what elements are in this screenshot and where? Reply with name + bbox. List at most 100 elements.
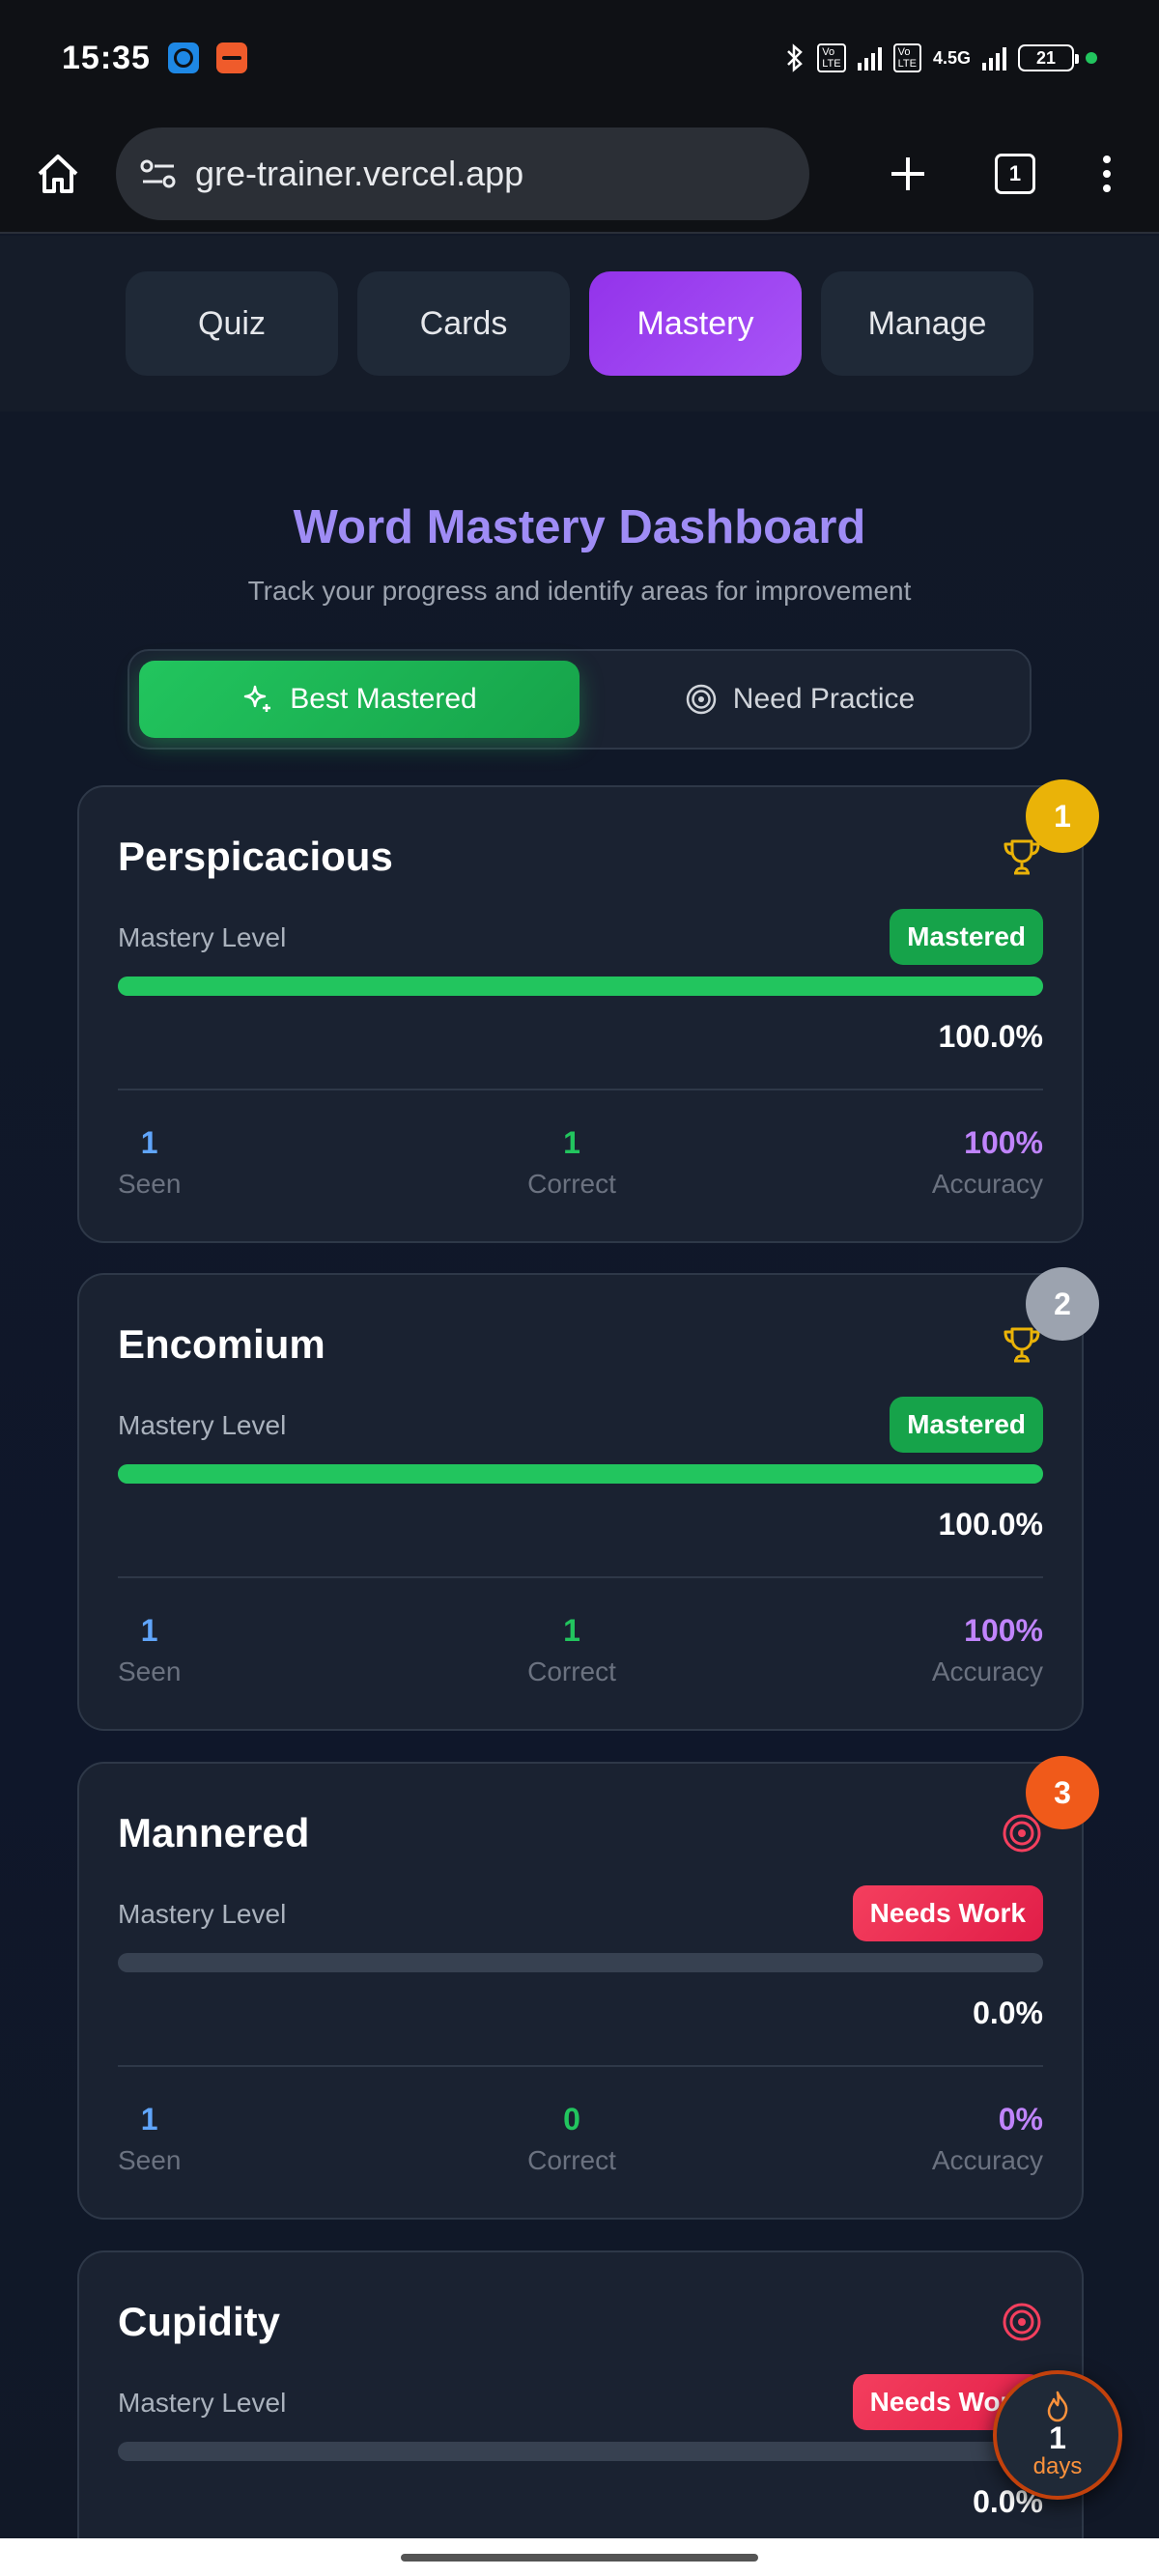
site-settings-icon (140, 159, 176, 188)
network-type-label: 4.5G (932, 47, 971, 68)
seen-stat: 1 Seen (118, 1613, 181, 1687)
signal-icon (857, 45, 882, 71)
rank-badge: 2 (1026, 1267, 1099, 1341)
seen-label: Seen (118, 1656, 182, 1686)
mastery-level-label: Mastery Level (118, 2388, 287, 2418)
browser-toolbar: gre-trainer.vercel.app 1 (0, 116, 1159, 234)
correct-value: 1 (563, 1613, 580, 1648)
accuracy-value: 100% (964, 1613, 1043, 1648)
volte-icon: Vo LTE (892, 43, 921, 72)
seen-stat: 1 Seen (118, 1125, 181, 1200)
status-time: 15:35 (62, 39, 151, 76)
page-subtitle: Track your progress and identify areas f… (247, 576, 912, 606)
browser-menu-icon[interactable] (1103, 156, 1111, 192)
target-icon (1003, 2303, 1041, 2341)
word-card[interactable]: Perspicacious 1 Mastery Level Mastered 1… (77, 779, 1099, 1243)
new-tab-icon[interactable] (889, 155, 927, 193)
status-bar: 15:35 Vo LTE Vo LTE 4.5G 21 (0, 0, 1159, 116)
tab-cards[interactable]: Cards (357, 271, 570, 376)
seen-label: Seen (118, 1169, 182, 1199)
need-practice-button[interactable]: Need Practice (580, 661, 1020, 738)
accuracy-stat: 100% Accuracy (932, 1613, 1043, 1687)
word-card[interactable]: Mannered 3 Mastery Level Needs Work 0.0%… (77, 1756, 1099, 2220)
flame-icon (1047, 2391, 1068, 2422)
battery-icon: 21 (1018, 44, 1079, 71)
mastery-percent: 100.0% (938, 1507, 1043, 1542)
word-title: Encomium (118, 1321, 325, 1367)
accuracy-value: 100% (964, 1125, 1043, 1160)
accuracy-value: 0% (998, 2102, 1043, 2137)
accuracy-label: Accuracy (931, 1169, 1043, 1199)
seen-label: Seen (118, 2145, 182, 2175)
streak-unit: days (1032, 2453, 1083, 2479)
tab-manage[interactable]: Manage (821, 271, 1033, 376)
seen-stat: 1 Seen (118, 2102, 181, 2176)
accuracy-stat: 100% Accuracy (932, 1125, 1043, 1200)
privacy-dot-icon (1086, 52, 1097, 64)
word-card[interactable]: Cupidity Mastery Level Needs Work 0.0% (77, 2250, 1084, 2560)
word-title: Cupidity (118, 2299, 280, 2344)
mastery-progress-bar (118, 1464, 1043, 1484)
best-mastered-label: Best Mastered (290, 683, 477, 715)
correct-label: Correct (527, 1169, 616, 1199)
tab-quiz[interactable]: Quiz (126, 271, 338, 376)
status-badge: Needs Work (852, 1885, 1043, 1941)
correct-value: 0 (563, 2102, 580, 2137)
mastery-level-label: Mastery Level (118, 1899, 287, 1929)
correct-stat: 1 Correct (504, 1613, 639, 1687)
app-notification-icon (167, 42, 199, 73)
mastery-dashboard: Word Mastery Dashboard Track your progre… (0, 411, 1159, 2560)
divider (118, 2065, 1043, 2067)
streak-count: 1 (1049, 2420, 1066, 2455)
page-title: Word Mastery Dashboard (293, 501, 866, 553)
seen-value: 1 (140, 1125, 158, 1160)
best-mastered-button[interactable]: Best Mastered (139, 661, 580, 738)
correct-value: 1 (563, 1125, 580, 1160)
status-badge: Mastered (890, 1397, 1043, 1453)
word-card[interactable]: Encomium 2 Mastery Level Mastered 100.0%… (77, 1267, 1099, 1731)
target-icon (686, 684, 717, 715)
mastery-percent: 100.0% (938, 1019, 1043, 1054)
word-title: Mannered (118, 1810, 310, 1855)
tab-mastery[interactable]: Mastery (589, 271, 802, 376)
mastery-percent: 0.0% (973, 1996, 1043, 2030)
rank-badge: 3 (1026, 1756, 1099, 1829)
seen-value: 1 (140, 2102, 158, 2137)
tab-switcher-button[interactable]: 1 (995, 154, 1035, 194)
mastery-progress-bar (118, 977, 1043, 996)
word-title: Perspicacious (118, 834, 393, 879)
signal-icon (982, 45, 1006, 71)
app-notification-icon (215, 42, 247, 73)
mastery-progress-fill (118, 977, 1043, 996)
accuracy-stat: 0% Accuracy (932, 2102, 1043, 2176)
need-practice-label: Need Practice (732, 683, 916, 715)
app-nav: Quiz Cards Mastery Manage (0, 236, 1159, 411)
gesture-nav-bar[interactable] (0, 2538, 1159, 2576)
volte-icon: Vo LTE (817, 43, 846, 72)
mastery-level-label: Mastery Level (118, 1410, 287, 1440)
gesture-handle (401, 2553, 758, 2562)
correct-label: Correct (527, 1656, 616, 1686)
correct-label: Correct (527, 2145, 616, 2175)
tab-count: 1 (1008, 161, 1022, 185)
accuracy-label: Accuracy (931, 1656, 1043, 1686)
seen-value: 1 (140, 1613, 158, 1648)
filter-toggle: Best Mastered Need Practice (127, 649, 1032, 750)
accuracy-label: Accuracy (931, 2145, 1043, 2175)
divider (118, 1576, 1043, 1578)
home-icon (38, 155, 78, 193)
mastery-progress-fill (118, 1464, 1043, 1484)
battery-level: 21 (1035, 47, 1057, 68)
correct-stat: 1 Correct (504, 1125, 639, 1200)
bluetooth-icon (787, 43, 804, 72)
mastery-progress-bar (118, 2442, 1043, 2461)
mastery-progress-bar (118, 1953, 1043, 1972)
sparkles-icon (244, 685, 271, 712)
correct-stat: 0 Correct (504, 2102, 639, 2176)
streak-button[interactable]: 1 days (993, 2370, 1122, 2500)
url-text: gre-trainer.vercel.app (195, 154, 524, 193)
mastery-level-label: Mastery Level (118, 922, 287, 952)
address-bar[interactable]: gre-trainer.vercel.app (116, 127, 809, 220)
rank-badge: 1 (1026, 779, 1099, 853)
home-button[interactable] (27, 143, 89, 205)
